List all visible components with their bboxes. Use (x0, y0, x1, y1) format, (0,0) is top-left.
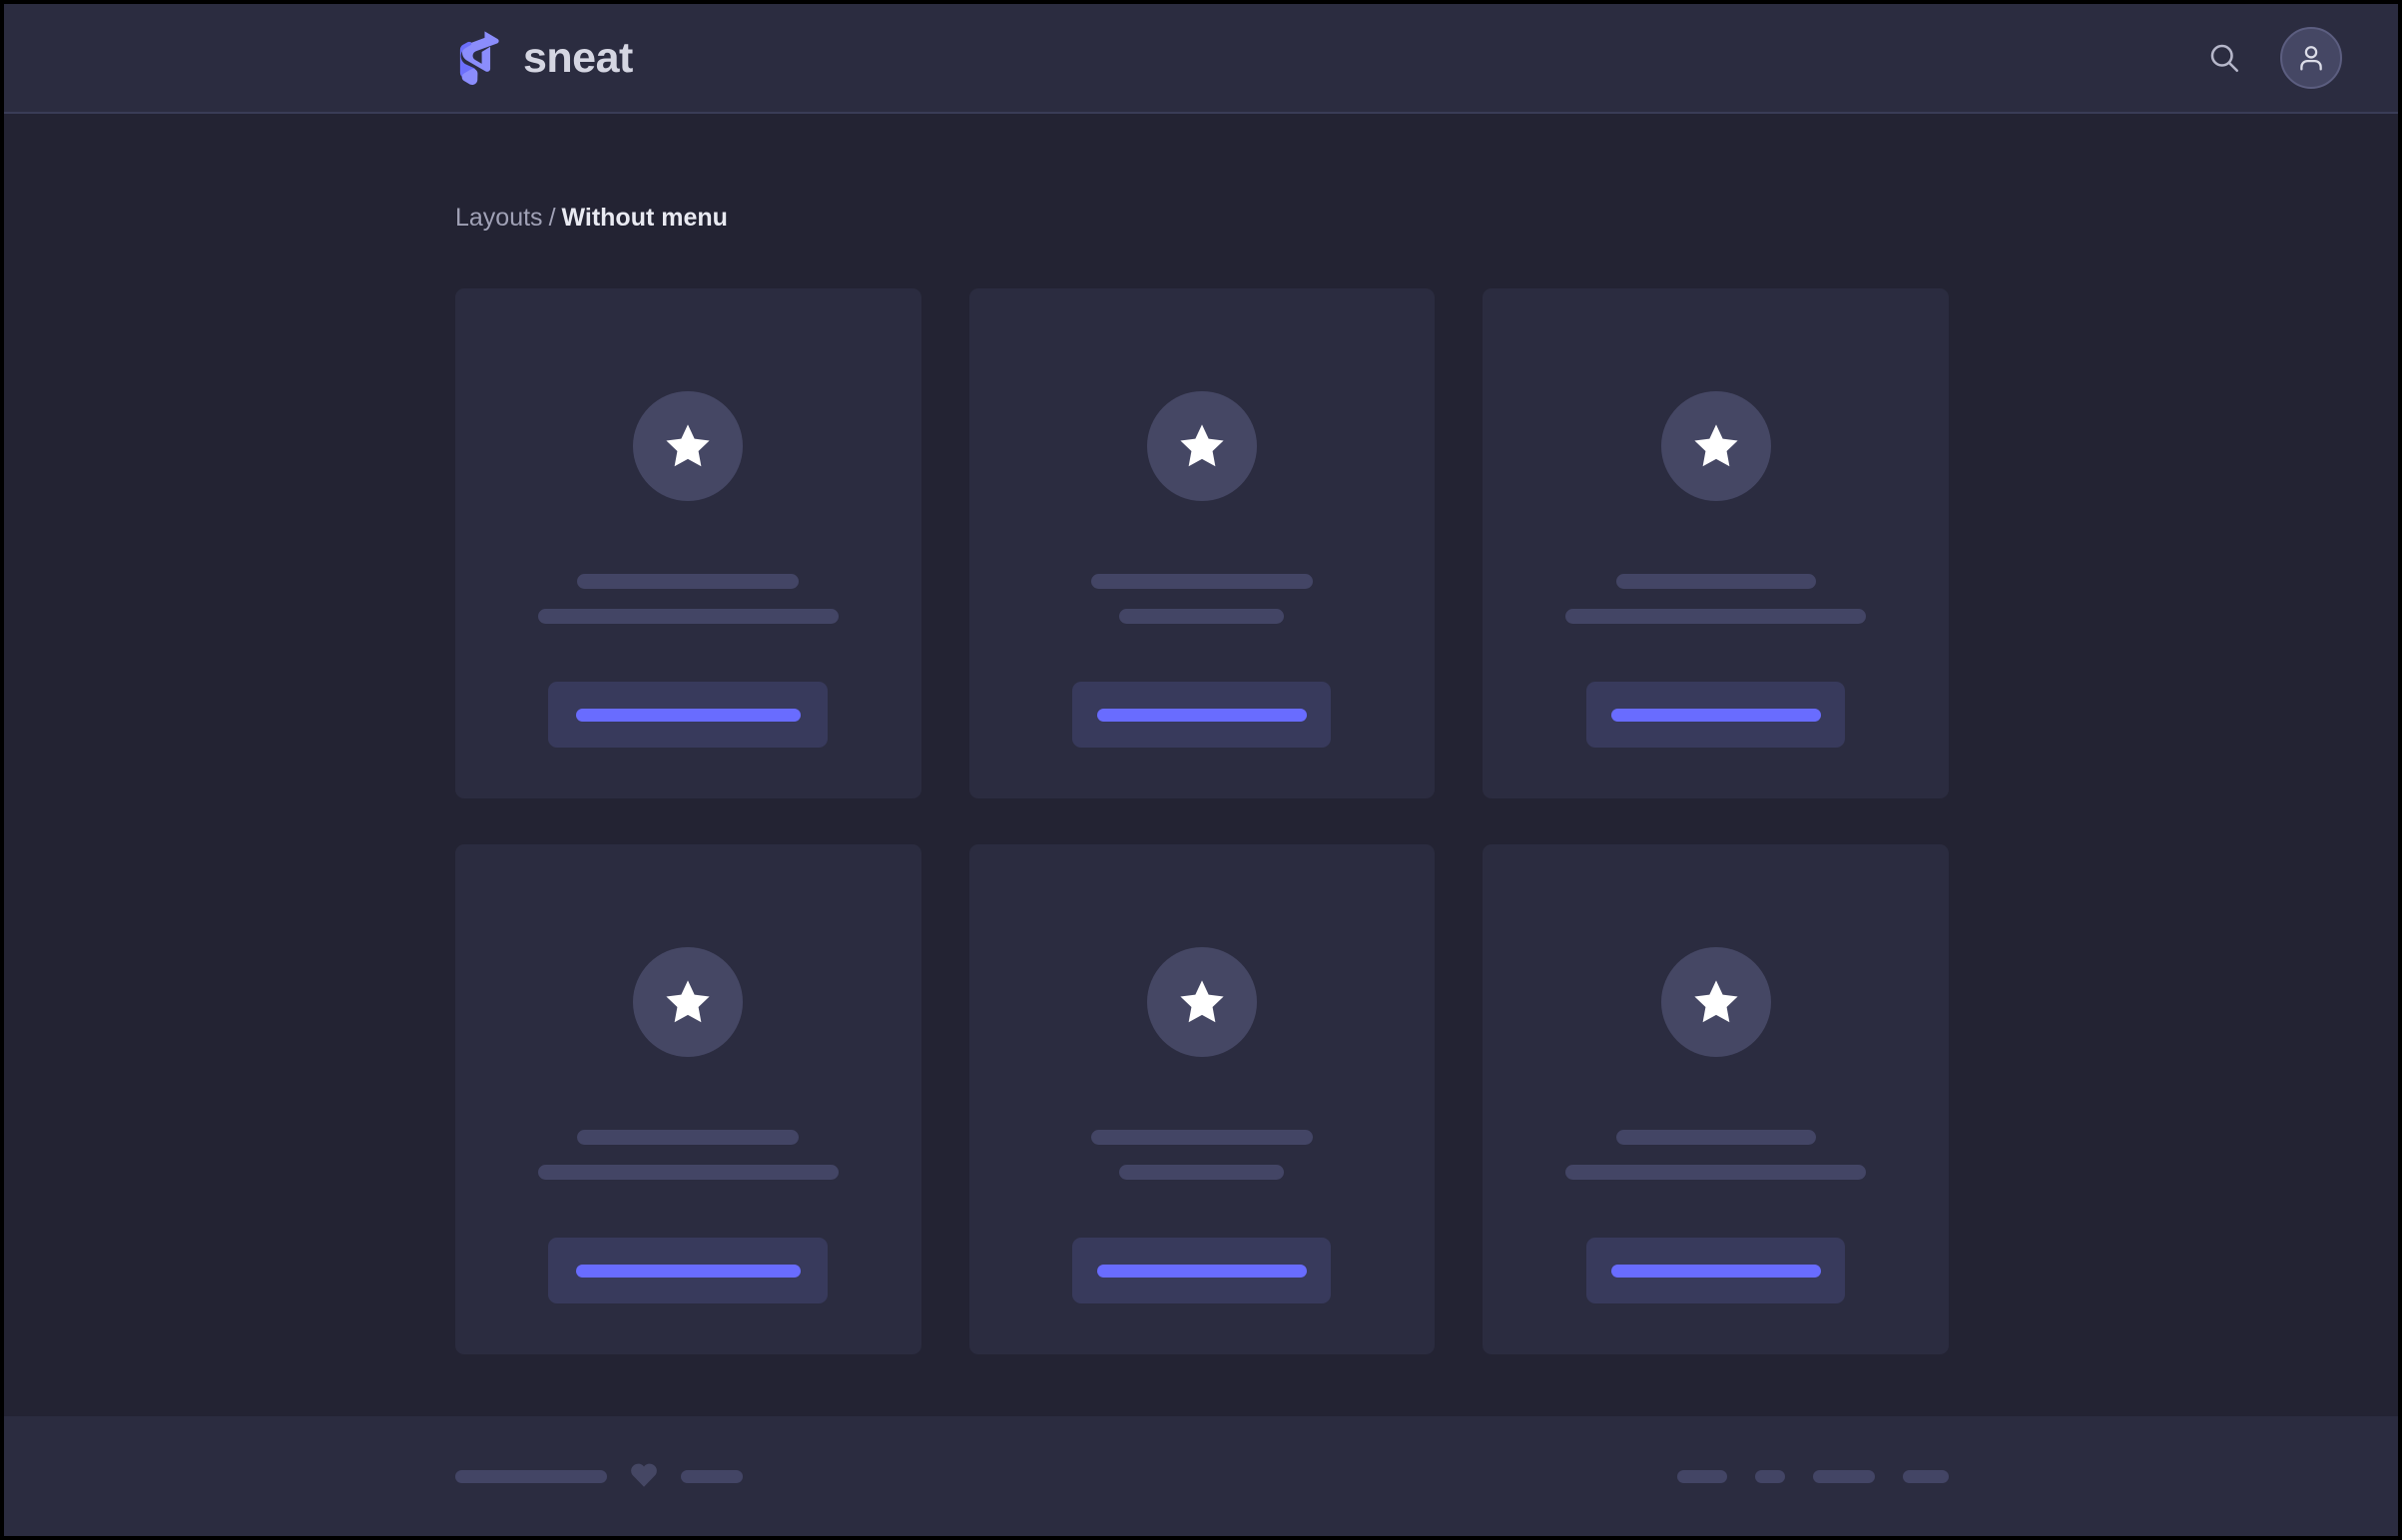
page-content: Layouts / Without menu (4, 114, 2398, 1416)
footer-text-placeholder-1 (455, 1469, 607, 1483)
footer-copyright-group (455, 1460, 743, 1493)
search-icon[interactable] (2202, 36, 2246, 80)
star-icon (633, 947, 744, 1057)
app-window: sneat Layouts / Without menu (0, 0, 2402, 1540)
content-card[interactable] (968, 288, 1436, 798)
button-label-placeholder (1096, 708, 1307, 722)
placeholder-line-1 (577, 574, 800, 589)
content-card[interactable] (1483, 844, 1949, 1354)
placeholder-line-2 (1565, 609, 1867, 624)
card-action-button[interactable] (1072, 1238, 1332, 1303)
button-label-placeholder (1096, 1264, 1307, 1278)
button-label-placeholder (575, 1264, 801, 1278)
card-action-button[interactable] (1586, 682, 1846, 748)
breadcrumb-parent[interactable]: Layouts (455, 204, 543, 232)
app-header: sneat (4, 4, 2398, 114)
star-icon (1146, 947, 1257, 1057)
star-icon (1660, 947, 1771, 1057)
header-actions (2202, 27, 2342, 89)
content-card[interactable] (1483, 288, 1949, 798)
placeholder-line-1 (1615, 574, 1816, 589)
breadcrumb: Layouts / Without menu (455, 206, 1949, 231)
button-label-placeholder (575, 708, 801, 722)
brand-logo-group[interactable]: sneat (455, 29, 633, 87)
app-footer (4, 1416, 2398, 1536)
content-container: Layouts / Without menu (455, 114, 1949, 1354)
sneat-s-logo-icon (455, 29, 501, 87)
placeholder-line-1 (1090, 574, 1313, 589)
placeholder-lines (455, 574, 921, 624)
footer-link-placeholder[interactable] (1677, 1469, 1727, 1483)
content-card[interactable] (455, 288, 921, 798)
breadcrumb-separator: / (548, 204, 556, 232)
placeholder-line-2 (537, 609, 839, 624)
placeholder-line-2 (1119, 609, 1285, 624)
placeholder-line-2 (1565, 1165, 1867, 1180)
card-action-button[interactable] (548, 682, 829, 748)
star-icon (1660, 391, 1771, 501)
placeholder-lines (1483, 1130, 1949, 1180)
star-icon (633, 391, 744, 501)
footer-link-placeholder[interactable] (1903, 1469, 1949, 1483)
placeholder-line-1 (1615, 1130, 1816, 1145)
placeholder-line-2 (1119, 1165, 1285, 1180)
user-avatar-icon[interactable] (2280, 27, 2342, 89)
footer-inner (455, 1460, 1949, 1493)
placeholder-line-1 (1090, 1130, 1313, 1145)
placeholder-line-1 (577, 1130, 800, 1145)
card-grid (455, 288, 1949, 1354)
footer-link-placeholder[interactable] (1755, 1469, 1785, 1483)
footer-link-placeholder[interactable] (1813, 1469, 1875, 1483)
card-action-button[interactable] (548, 1238, 829, 1303)
content-card[interactable] (968, 844, 1436, 1354)
placeholder-lines (969, 574, 1436, 624)
card-action-button[interactable] (1586, 1238, 1846, 1303)
content-card[interactable] (455, 844, 921, 1354)
button-label-placeholder (1610, 1264, 1821, 1278)
placeholder-lines (969, 1130, 1436, 1180)
heart-icon (629, 1460, 659, 1493)
placeholder-lines (1483, 574, 1949, 624)
card-action-button[interactable] (1072, 682, 1332, 748)
button-label-placeholder (1610, 708, 1821, 722)
placeholder-line-2 (537, 1165, 839, 1180)
star-icon (1146, 391, 1257, 501)
breadcrumb-active: Without menu (561, 204, 728, 232)
placeholder-lines (455, 1130, 921, 1180)
brand-name: sneat (523, 33, 633, 82)
footer-text-placeholder-2 (681, 1469, 743, 1483)
footer-links (1677, 1469, 1949, 1483)
